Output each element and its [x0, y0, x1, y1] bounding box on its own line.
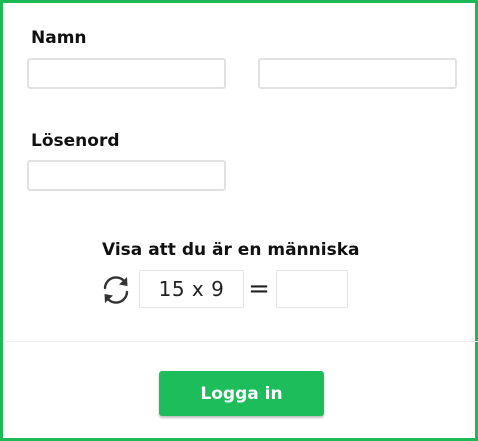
password-input[interactable]	[27, 160, 226, 191]
password-label: Lösenord	[31, 131, 120, 151]
divider	[6, 341, 478, 342]
refresh-icon[interactable]	[98, 272, 134, 308]
equals-sign: =	[248, 274, 270, 304]
name-label: Namn	[31, 28, 87, 48]
captcha-challenge: 15 x 9	[139, 270, 244, 308]
first-name-input[interactable]	[27, 58, 226, 89]
login-button[interactable]: Logga in	[159, 371, 324, 416]
last-name-input[interactable]	[258, 58, 457, 89]
login-form-frame: Namn Lösenord Visa att du är en människa…	[0, 0, 478, 441]
captcha-answer-input[interactable]	[276, 270, 348, 308]
captcha-title: Visa att du är en människa	[102, 240, 360, 260]
